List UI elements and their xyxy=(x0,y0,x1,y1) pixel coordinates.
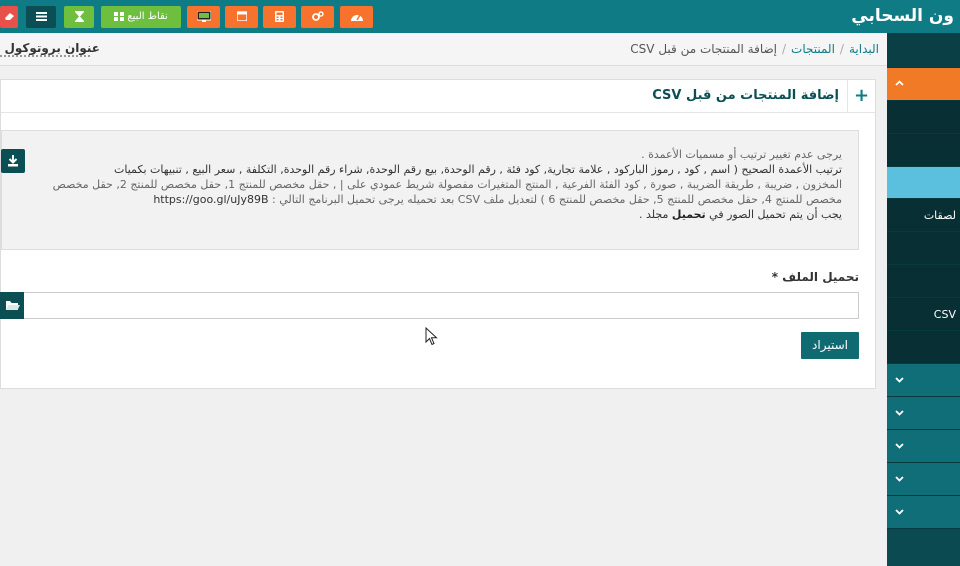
calendar-icon xyxy=(235,11,248,22)
customer-display-button[interactable] xyxy=(187,6,220,28)
top-navbar: ون السحابي نقاط البيع xyxy=(0,0,960,33)
sidebar-subitem-active[interactable] xyxy=(887,167,960,199)
sidebar-item-group-2[interactable] xyxy=(887,397,960,430)
sidebar-item-group-4[interactable] xyxy=(887,463,960,496)
screen-icon xyxy=(196,10,211,22)
breadcrumb-bar: البداية/المنتجات/إضافة المنتجات من قبل C… xyxy=(0,33,887,66)
dashboard-button[interactable] xyxy=(340,6,373,28)
chevron-down-icon xyxy=(895,474,904,485)
sidebar: لصقات CSV xyxy=(887,33,960,566)
sidebar-subitem-2[interactable] xyxy=(887,134,960,167)
info-line-5-post: مجلد . xyxy=(639,208,669,221)
sidebar-subitem-5[interactable] xyxy=(887,331,960,364)
sidebar-subitem-labels[interactable]: لصقات xyxy=(887,199,960,232)
info-line-1: يرجى عدم تغيير ترتيب أو مسميات الأعمدة . xyxy=(641,148,842,161)
breadcrumb: البداية/المنتجات/إضافة المنتجات من قبل C… xyxy=(630,42,879,56)
browse-file-button[interactable] xyxy=(0,292,24,319)
pos-button[interactable]: نقاط البيع xyxy=(101,6,181,28)
import-button[interactable]: استيراد xyxy=(801,332,859,359)
sidebar-subitem-3[interactable] xyxy=(887,232,960,265)
sidebar-item-products[interactable] xyxy=(887,68,960,101)
chevron-down-icon xyxy=(895,375,904,386)
sidebar-item-header[interactable] xyxy=(887,33,960,68)
sidebar-subitem-1[interactable] xyxy=(887,101,960,134)
info-line-2: ترتيب الأعمدة الصحيح ( اسم , كود , رموز … xyxy=(114,163,842,176)
app-brand[interactable]: ون السحابي xyxy=(840,0,960,33)
chevron-up-icon xyxy=(895,78,904,89)
store-subtitle-line xyxy=(0,55,90,59)
sidebar-subitem-csv[interactable]: CSV xyxy=(887,298,960,331)
file-input[interactable] xyxy=(23,292,859,319)
calendar-button[interactable] xyxy=(225,6,258,28)
folder-open-icon xyxy=(0,301,24,323)
calculator-icon xyxy=(275,10,284,22)
program-link[interactable]: https://goo.gl/uJy89B xyxy=(153,193,268,206)
instructions-box: يرجى عدم تغيير ترتيب أو مسميات الأعمدة .… xyxy=(1,130,859,250)
calculator-button[interactable] xyxy=(263,6,296,28)
chevron-down-icon xyxy=(895,408,904,419)
import-panel: + إضافة المنتجات من قبل CSV يرجى عدم تغي… xyxy=(0,79,876,389)
instructions-text: يرجى عدم تغيير ترتيب أو مسميات الأعمدة .… xyxy=(0,147,842,222)
settings-button[interactable] xyxy=(301,6,334,28)
breadcrumb-current: إضافة المنتجات من قبل CSV xyxy=(630,42,777,56)
info-line-5: يجب أن يتم تحميل الصور في تحميل مجلد . xyxy=(0,207,842,222)
cogs-icon xyxy=(311,10,324,22)
eraser-button[interactable] xyxy=(0,6,18,28)
info-line-4: مخصص للمنتج 4, حقل مخصص للمنتج 5, حقل مخ… xyxy=(0,192,842,207)
mouse-cursor-icon xyxy=(425,326,438,350)
dashboard-icon xyxy=(350,11,363,22)
eraser-icon xyxy=(4,11,15,22)
info-line-4-text: مخصص للمنتج 4, حقل مخصص للمنتج 5, حقل مخ… xyxy=(272,193,842,206)
sidebar-item-label: لصقات xyxy=(923,209,956,222)
pos-label: نقاط البيع xyxy=(127,11,168,22)
breadcrumb-products[interactable]: المنتجات xyxy=(791,42,835,56)
sidebar-item-group-5[interactable] xyxy=(887,496,960,529)
sidebar-item-label: CSV xyxy=(933,308,956,321)
plus-icon[interactable]: + xyxy=(847,80,875,113)
download-sample-button[interactable] xyxy=(1,149,25,173)
file-field-label: تحميل الملف * xyxy=(771,270,859,284)
sidebar-item-group-1[interactable] xyxy=(887,364,960,397)
info-line-5-bold: تحميل xyxy=(671,208,706,221)
hourglass-icon xyxy=(74,10,84,22)
breadcrumb-home[interactable]: البداية xyxy=(849,42,879,56)
panel-header: + إضافة المنتجات من قبل CSV xyxy=(1,80,875,113)
grid-icon xyxy=(114,11,127,22)
download-icon xyxy=(1,155,25,177)
chevron-down-icon xyxy=(895,507,904,518)
info-line-3: المخزون , ضريبة , طريقة الضريبة , صورة ,… xyxy=(52,178,842,191)
sidebar-subitem-4[interactable] xyxy=(887,265,960,298)
store-title: عنوان بروتوكول الإنت xyxy=(0,41,100,55)
sidebar-item-group-3[interactable] xyxy=(887,430,960,463)
chevron-down-icon xyxy=(895,441,904,452)
info-line-5-pre: يجب أن يتم تحميل الصور في xyxy=(709,208,842,221)
panel-title: إضافة المنتجات من قبل CSV xyxy=(652,88,839,103)
list-icon xyxy=(35,11,47,22)
hourglass-button[interactable] xyxy=(64,6,94,28)
list-button[interactable] xyxy=(26,6,56,28)
